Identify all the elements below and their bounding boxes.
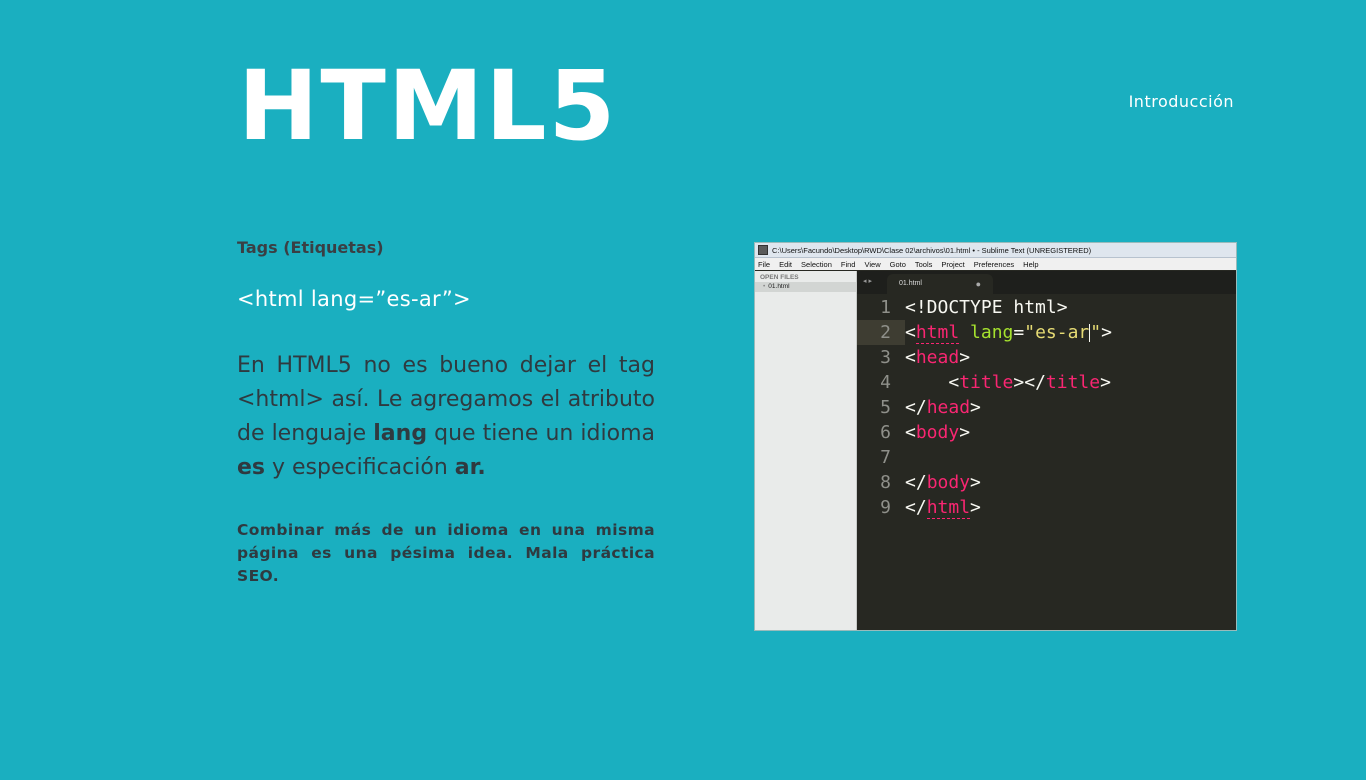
- code-line: 5 </head>: [857, 395, 1236, 420]
- file-dot-icon: •: [763, 283, 766, 290]
- window-title: C:\Users\Facundo\Desktop\RWD\Clase 02\ar…: [772, 245, 1092, 255]
- subheading: Tags (Etiquetas): [237, 238, 384, 257]
- editor-tabbar: ◂ ▸ 01.html ●: [857, 271, 1236, 294]
- code-line: 3 <head>: [857, 345, 1236, 370]
- editor-sidebar: OPEN FILES • 01.html: [755, 271, 857, 630]
- content-column: Tags (Etiquetas) <html lang=”es-ar”> En …: [237, 238, 655, 588]
- line-number: 8: [880, 472, 891, 493]
- menu-find[interactable]: Find: [841, 260, 856, 269]
- code-line: 6 <body>: [857, 420, 1236, 445]
- line-number: 2: [857, 320, 905, 345]
- slide-title: HTML5: [238, 50, 618, 162]
- unsaved-dot-icon[interactable]: ●: [976, 274, 981, 294]
- menu-file[interactable]: File: [758, 260, 770, 269]
- line-number: 1: [880, 297, 891, 318]
- line-number: 7: [880, 447, 891, 468]
- body-paragraph: En HTML5 no es bueno dejar el tag <html>…: [237, 349, 655, 485]
- code-line: 8 </body>: [857, 470, 1236, 495]
- editor-menubar: File Edit Selection Find View Goto Tools…: [755, 258, 1236, 270]
- editor-titlebar: C:\Users\Facundo\Desktop\RWD\Clase 02\ar…: [755, 243, 1236, 258]
- tab-label: 01.html: [899, 280, 922, 287]
- code-line: 9 </html>: [857, 495, 1236, 520]
- code-line: 7: [857, 445, 1236, 470]
- code-line: 4 <title></title>: [857, 370, 1236, 395]
- section-label: Introducción: [1128, 92, 1234, 111]
- sidebar-file-label: 01.html: [768, 283, 790, 290]
- line-number: 6: [880, 422, 891, 443]
- warning-note: Combinar más de un idioma en una misma p…: [237, 521, 655, 585]
- menu-preferences[interactable]: Preferences: [974, 260, 1014, 269]
- menu-goto[interactable]: Goto: [890, 260, 906, 269]
- tab-01-html[interactable]: 01.html ●: [887, 274, 993, 294]
- menu-tools[interactable]: Tools: [915, 260, 933, 269]
- menu-project[interactable]: Project: [941, 260, 964, 269]
- menu-selection[interactable]: Selection: [801, 260, 832, 269]
- tab-nav-arrows-icon[interactable]: ◂ ▸: [863, 277, 872, 285]
- open-files-header: OPEN FILES: [760, 274, 799, 281]
- sublime-app-icon: [758, 245, 768, 255]
- code-area[interactable]: 1 <!DOCTYPE html> 2 <html lang="es-ar"> 3 <…: [857, 295, 1236, 630]
- line-number: 4: [880, 372, 891, 393]
- menu-edit[interactable]: Edit: [779, 260, 792, 269]
- code-sample: <html lang=”es-ar”>: [237, 287, 471, 311]
- menu-help[interactable]: Help: [1023, 260, 1038, 269]
- sublime-editor-screenshot: C:\Users\Facundo\Desktop\RWD\Clase 02\ar…: [754, 242, 1237, 631]
- code-line: 1 <!DOCTYPE html>: [857, 295, 1236, 320]
- sidebar-item-01-html[interactable]: • 01.html: [755, 282, 856, 292]
- code-line: 2 <html lang="es-ar">: [857, 320, 1236, 345]
- paragraph-bold-es: es: [237, 455, 266, 480]
- menu-view[interactable]: View: [864, 260, 880, 269]
- paragraph-bold-ar: ar.: [454, 455, 486, 480]
- line-number: 9: [880, 497, 891, 518]
- line-number: 5: [880, 397, 891, 418]
- paragraph-part-2: que tiene un idioma: [427, 421, 655, 446]
- line-number: 3: [880, 347, 891, 368]
- paragraph-bold-lang: lang: [373, 421, 428, 446]
- paragraph-part-3: y especificación: [265, 455, 455, 480]
